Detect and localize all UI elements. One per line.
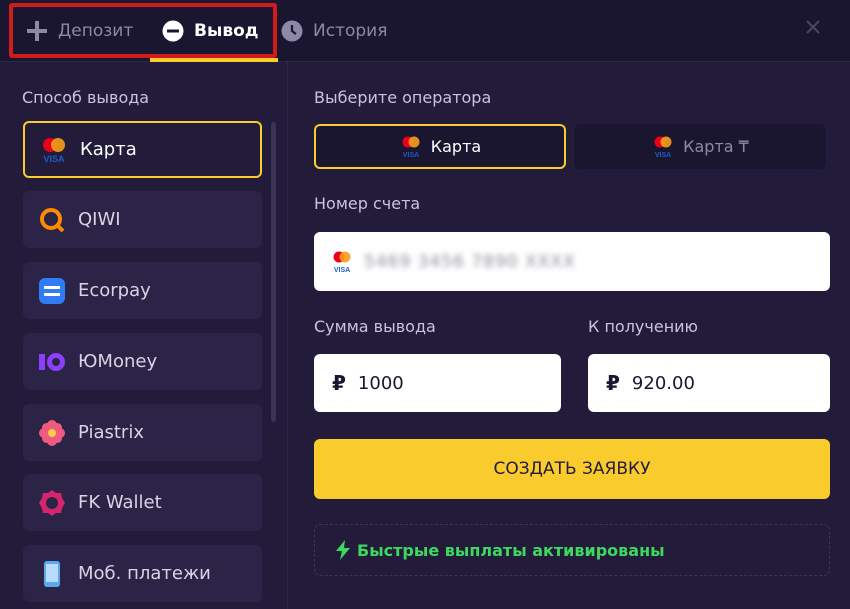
yoomoney-icon bbox=[37, 348, 67, 376]
receive-value: 920.00 bbox=[631, 372, 695, 394]
ruble-symbol: ₽ bbox=[332, 371, 346, 395]
operator-label: Карта bbox=[430, 137, 482, 156]
method-label: Piastrix bbox=[78, 422, 144, 443]
fast-payouts-label: Быстрые выплаты активированы bbox=[357, 540, 665, 560]
method-qiwi[interactable]: QIWI bbox=[23, 191, 262, 248]
amount-label: Сумма вывода bbox=[314, 317, 436, 336]
tab-bar: Депозит Вывод История bbox=[0, 0, 850, 62]
methods-title: Способ вывода bbox=[22, 88, 150, 107]
operator-card-kzt[interactable]: VISA Карта ₸ bbox=[574, 124, 826, 169]
method-yoomoney[interactable]: ЮMoney bbox=[23, 333, 262, 390]
mastercard-visa-icon: VISA bbox=[39, 136, 69, 164]
operator-card[interactable]: VISA Карта bbox=[314, 124, 566, 169]
account-number-field[interactable]: VISA 5469 3456 7890 XXXX bbox=[314, 232, 830, 291]
piastrix-icon bbox=[37, 419, 67, 447]
clock-icon bbox=[281, 20, 303, 42]
tab-history[interactable]: История bbox=[281, 0, 387, 62]
mastercard-visa-icon: VISA bbox=[651, 135, 675, 159]
method-label: ЮMoney bbox=[78, 351, 158, 372]
method-piastrix[interactable]: Piastrix bbox=[23, 404, 262, 461]
ruble-symbol: ₽ bbox=[606, 371, 620, 395]
create-request-button[interactable]: СОЗДАТЬ ЗАЯВКУ bbox=[314, 439, 830, 499]
highlight-frame bbox=[9, 3, 277, 58]
receive-label: К получению bbox=[588, 317, 699, 336]
mastercard-visa-icon: VISA bbox=[399, 135, 423, 159]
method-label: Ecorpay bbox=[78, 280, 151, 301]
method-label: Моб. платежи bbox=[78, 563, 211, 584]
lightning-icon bbox=[335, 540, 351, 560]
operator-label: Карта ₸ bbox=[683, 137, 749, 156]
svg-text:VISA: VISA bbox=[403, 152, 419, 159]
fk-wallet-icon bbox=[37, 489, 67, 517]
ecorpay-icon bbox=[37, 277, 67, 305]
svg-text:VISA: VISA bbox=[334, 267, 350, 274]
account-number-value: 5469 3456 7890 XXXX bbox=[364, 251, 576, 272]
method-ecorpay[interactable]: Ecorpay bbox=[23, 262, 262, 319]
receive-field: ₽ 920.00 bbox=[588, 354, 830, 412]
operator-title: Выберите оператора bbox=[314, 88, 492, 107]
method-label: QIWI bbox=[78, 209, 121, 230]
method-card[interactable]: VISA Карта bbox=[23, 121, 262, 178]
tab-history-label: История bbox=[313, 21, 388, 41]
account-label: Номер счета bbox=[314, 194, 421, 213]
svg-text:VISA: VISA bbox=[43, 154, 65, 164]
method-label: FK Wallet bbox=[78, 492, 162, 513]
fast-payouts-banner: Быстрые выплаты активированы bbox=[314, 524, 830, 576]
amount-value: 1000 bbox=[357, 372, 404, 394]
amount-field[interactable]: ₽ 1000 bbox=[314, 354, 561, 412]
method-fk-wallet[interactable]: FK Wallet bbox=[23, 474, 262, 531]
mobile-phone-icon bbox=[37, 560, 67, 588]
mastercard-visa-icon: VISA bbox=[330, 250, 354, 274]
method-mobile[interactable]: Моб. платежи bbox=[23, 545, 262, 602]
withdraw-methods-panel: Способ вывода VISA Карта QIWI Ecorpay ЮM… bbox=[0, 62, 288, 609]
qiwi-icon bbox=[37, 206, 67, 234]
svg-text:VISA: VISA bbox=[655, 152, 671, 159]
method-label: Карта bbox=[80, 139, 137, 160]
methods-scrollbar[interactable] bbox=[271, 122, 276, 422]
close-icon[interactable] bbox=[803, 17, 823, 37]
